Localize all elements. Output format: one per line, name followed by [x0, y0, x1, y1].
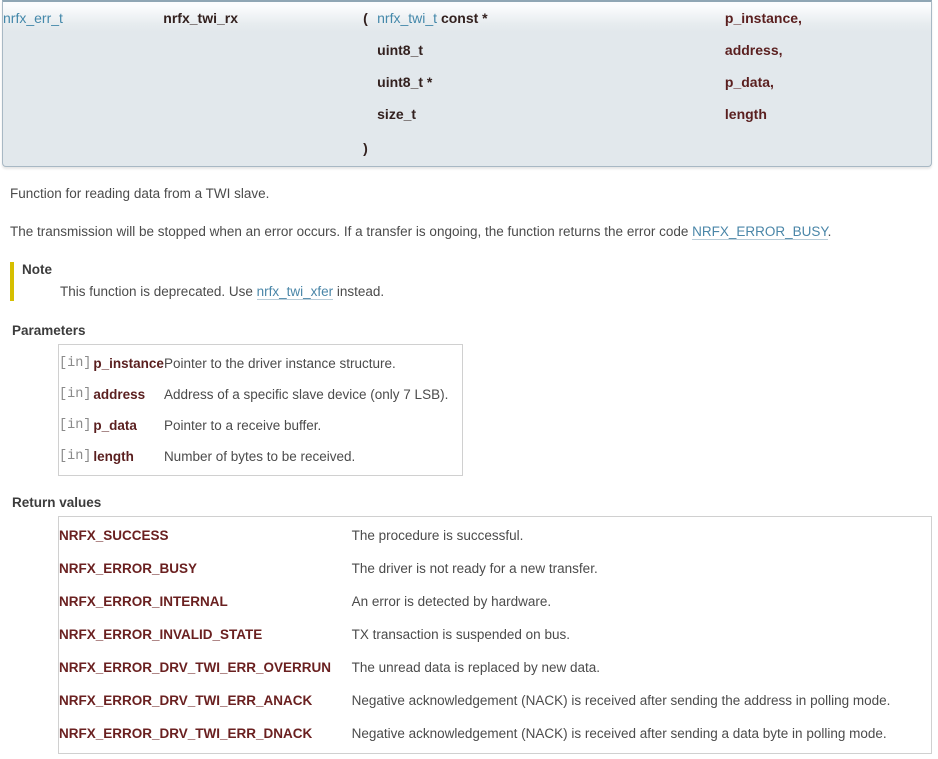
spacer-cell: [363, 66, 377, 98]
signature-row: size_t length: [3, 98, 931, 130]
param-description: Pointer to the driver instance structure…: [164, 345, 463, 380]
signature-table: nrfx_err_t nrfx_twi_rx ( nrfx_twi_t cons…: [3, 2, 931, 166]
close-paren: ): [363, 130, 377, 166]
return-type: nrfx_err_t: [3, 2, 163, 34]
param-name: p_data: [91, 410, 164, 441]
parameters-title: Parameters: [12, 323, 930, 338]
return-value-name: NRFX_ERROR_DRV_TWI_ERR_DNACK: [59, 717, 352, 754]
table-row: NRFX_ERROR_DRV_TWI_ERR_DNACK Negative ac…: [59, 717, 932, 754]
param-description: Number of bytes to be received.: [164, 441, 463, 476]
note-text-before: This function is deprecated. Use: [60, 284, 257, 299]
parameters-table: [in] p_instance Pointer to the driver in…: [58, 344, 463, 476]
spacer-cell: [163, 98, 363, 130]
param-description: Pointer to a receive buffer.: [164, 410, 463, 441]
param-name: p_instance: [91, 345, 164, 380]
documentation-body: Function for reading data from a TWI sla…: [0, 185, 938, 754]
return-value-description: The driver is not ready for a new transf…: [352, 552, 932, 585]
param-type-1: uint8_t: [377, 34, 725, 66]
spacer-cell: [363, 34, 377, 66]
description-paragraph-1: Function for reading data from a TWI sla…: [10, 185, 930, 202]
return-value-name: NRFX_ERROR_INTERNAL: [59, 585, 352, 618]
param-direction: [in]: [59, 379, 92, 410]
signature-row: uint8_t address,: [3, 34, 931, 66]
spacer-cell: [163, 34, 363, 66]
description-text-before: The transmission will be stopped when an…: [10, 224, 692, 239]
open-paren: (: [363, 2, 377, 34]
return-value-name: NRFX_ERROR_BUSY: [59, 552, 352, 585]
signature-row: nrfx_err_t nrfx_twi_rx ( nrfx_twi_t cons…: [3, 2, 931, 34]
param-type-0: nrfx_twi_t const *: [377, 2, 725, 34]
return-value-description: Negative acknowledgement (NACK) is recei…: [352, 684, 932, 717]
spacer-cell: [377, 130, 725, 166]
param-direction: [in]: [59, 410, 92, 441]
param-type-3: size_t: [377, 98, 725, 130]
param-description: Address of a specific slave device (only…: [164, 379, 463, 410]
spacer-cell: [363, 98, 377, 130]
spacer-cell: [163, 130, 363, 166]
spacer-cell: [725, 130, 931, 166]
note-text: This function is deprecated. Use nrfx_tw…: [60, 280, 930, 301]
param-name: address: [91, 379, 164, 410]
param-name-0: p_instance,: [725, 2, 931, 34]
return-value-name: NRFX_ERROR_DRV_TWI_ERR_OVERRUN: [59, 651, 352, 684]
table-row: [in] address Address of a specific slave…: [59, 379, 463, 410]
spacer-cell: [3, 130, 163, 166]
spacer-cell: [163, 66, 363, 98]
table-row: NRFX_ERROR_DRV_TWI_ERR_OVERRUN The unrea…: [59, 651, 932, 684]
param-direction: [in]: [59, 441, 92, 476]
signature-close-row: ): [3, 130, 931, 166]
table-row: NRFX_ERROR_INTERNAL An error is detected…: [59, 585, 932, 618]
param-type-link-0[interactable]: nrfx_twi_t: [377, 10, 437, 26]
return-value-name: NRFX_ERROR_INVALID_STATE: [59, 618, 352, 651]
return-value-name: NRFX_ERROR_DRV_TWI_ERR_ANACK: [59, 684, 352, 717]
return-values-table: NRFX_SUCCESS The procedure is successful…: [58, 516, 932, 754]
table-row: NRFX_SUCCESS The procedure is successful…: [59, 517, 932, 553]
function-name: nrfx_twi_rx: [163, 2, 363, 34]
description-paragraph-2: The transmission will be stopped when an…: [10, 223, 930, 240]
return-value-description: TX transaction is suspended on bus.: [352, 618, 932, 651]
table-row: [in] length Number of bytes to be receiv…: [59, 441, 463, 476]
nrfx-error-busy-link[interactable]: NRFX_ERROR_BUSY: [692, 224, 828, 240]
table-row: [in] p_data Pointer to a receive buffer.: [59, 410, 463, 441]
table-row: [in] p_instance Pointer to the driver in…: [59, 345, 463, 380]
note-title: Note: [22, 262, 930, 280]
return-values-title: Return values: [12, 495, 930, 510]
param-name-3: length: [725, 98, 931, 130]
note-text-after: instead.: [333, 284, 384, 299]
note-block: Note This function is deprecated. Use nr…: [10, 262, 930, 301]
return-value-description: The procedure is successful.: [352, 517, 932, 553]
return-value-name: NRFX_SUCCESS: [59, 517, 352, 553]
param-name-1: address,: [725, 34, 931, 66]
param-type-2: uint8_t *: [377, 66, 725, 98]
table-row: NRFX_ERROR_INVALID_STATE TX transaction …: [59, 618, 932, 651]
signature-row: uint8_t * p_data,: [3, 66, 931, 98]
param-type-rest-0: const *: [441, 10, 488, 26]
return-value-description: The unread data is replaced by new data.: [352, 651, 932, 684]
return-value-description: Negative acknowledgement (NACK) is recei…: [352, 717, 932, 754]
table-row: NRFX_ERROR_DRV_TWI_ERR_ANACK Negative ac…: [59, 684, 932, 717]
spacer-cell: [3, 34, 163, 66]
table-row: NRFX_ERROR_BUSY The driver is not ready …: [59, 552, 932, 585]
param-direction: [in]: [59, 345, 92, 380]
spacer-cell: [3, 98, 163, 130]
description-text-after: .: [828, 224, 832, 239]
param-name-2: p_data,: [725, 66, 931, 98]
spacer-cell: [3, 66, 163, 98]
function-signature-box: nrfx_err_t nrfx_twi_rx ( nrfx_twi_t cons…: [2, 0, 932, 167]
param-name: length: [91, 441, 164, 476]
return-value-description: An error is detected by hardware.: [352, 585, 932, 618]
nrfx-twi-xfer-link[interactable]: nrfx_twi_xfer: [257, 284, 334, 300]
